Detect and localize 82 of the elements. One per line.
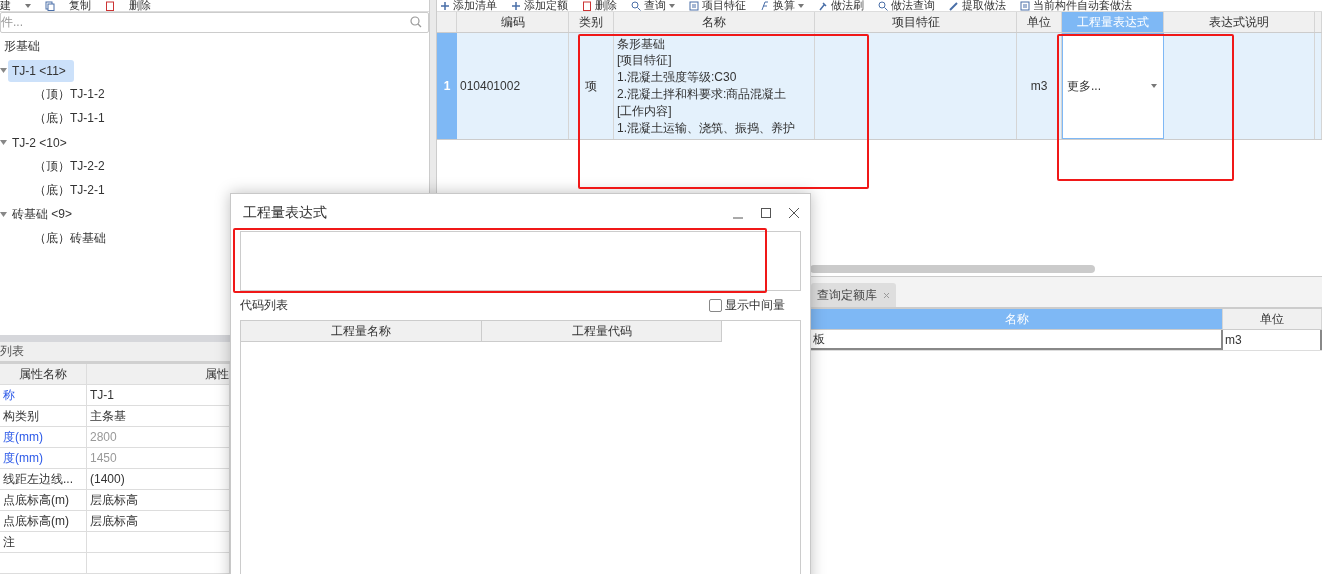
list-icon — [1020, 0, 1030, 11]
property-name: 构类别 — [0, 406, 87, 426]
property-value: TJ-1 — [87, 385, 230, 405]
toolbar-button[interactable]: 换算 — [773, 0, 795, 11]
property-name: 线距左边线... — [0, 469, 87, 489]
property-name: 注 — [0, 532, 87, 552]
tree-item[interactable]: TJ-1 <11> — [8, 59, 74, 82]
toolbar-button[interactable]: 删除 — [595, 0, 617, 11]
toolbar-button[interactable]: 添加清单 — [453, 0, 497, 11]
dropdown[interactable]: 更多... — [1062, 33, 1164, 139]
tree-item[interactable]: （底）砖基础 — [30, 227, 114, 250]
dialog-title: 工程量表达式 — [242, 203, 327, 222]
expanded-arrow-icon[interactable] — [0, 211, 7, 219]
table-cell: 010401002 — [457, 33, 569, 139]
toolbar-button[interactable]: 建 — [0, 0, 11, 11]
tree-item[interactable]: 砖基础 <9> — [8, 203, 81, 226]
column-header[interactable]: 编码 — [457, 12, 569, 32]
table-cell: 项 — [569, 33, 614, 139]
toolbar-button[interactable]: 提取做法 — [962, 0, 1006, 11]
tab[interactable]: 查询定额库 — [811, 283, 896, 307]
toolbar-button[interactable]: 项目特征 — [702, 0, 746, 11]
formula-icon — [760, 0, 770, 11]
property-name: 点底标高(m) — [0, 490, 87, 510]
table-cell: m3 — [1223, 330, 1322, 350]
search-icon — [878, 0, 888, 11]
section-label: 代码列表 — [240, 297, 288, 314]
search-placeholder: 件... — [1, 13, 23, 31]
search-icon[interactable] — [410, 16, 422, 29]
table-cell: 条形基础 [项目特征] 1.混凝土强度等级:C30 2.混凝土拌和料要求:商品混凝土 [工作内容] 1.混凝土运输、浇筑、振捣、养护 — [614, 33, 815, 139]
column-header[interactable]: 类别 — [569, 12, 614, 32]
table-cell: 板 — [811, 330, 1223, 350]
caret-icon — [798, 3, 804, 8]
property-value: 层底标高 — [87, 490, 230, 510]
property-name: 点底标高(m) — [0, 511, 87, 531]
column-header: 工程量名称 — [241, 321, 482, 342]
tree-item[interactable]: （顶）TJ-1-2 — [30, 83, 113, 106]
tree-item[interactable]: （底）TJ-1-1 — [30, 107, 113, 130]
expanded-arrow-icon[interactable] — [0, 67, 7, 75]
column-header[interactable]: 表达式说明 — [1164, 12, 1315, 32]
checkbox[interactable] — [709, 299, 722, 312]
toolbar-button[interactable]: 删除 — [129, 0, 151, 11]
property-value: 主条基 — [87, 406, 230, 426]
caret-icon — [1151, 84, 1157, 88]
property-value: 1450 — [87, 448, 230, 468]
toolbar-button[interactable]: 添加定额 — [524, 0, 568, 11]
column-header: 属性 — [87, 364, 230, 384]
tree-item[interactable]: （底）TJ-2-1 — [30, 179, 113, 202]
toolbar-button[interactable]: 做法查询 — [891, 0, 935, 11]
search-icon — [631, 0, 641, 11]
tree-item[interactable]: 形基础 — [0, 35, 48, 58]
expanded-arrow-icon[interactable] — [0, 139, 7, 147]
trash-icon — [105, 0, 115, 11]
column-header[interactable]: 项目特征 — [815, 12, 1017, 32]
close-icon[interactable] — [787, 205, 801, 220]
tree-item[interactable]: （顶）TJ-2-2 — [30, 155, 113, 178]
column-header: 属性名称 — [0, 364, 87, 384]
toolbar-button[interactable]: 当前构件自动套做法 — [1033, 0, 1132, 11]
caret-icon — [25, 3, 31, 8]
add-icon — [440, 0, 450, 11]
property-value: 层底标高 — [87, 511, 230, 531]
caret-icon — [669, 3, 675, 8]
property-name: 度(mm) — [0, 448, 87, 468]
toolbar-button[interactable]: 查询 — [644, 0, 666, 11]
toolbar-button[interactable]: 复制 — [69, 0, 91, 11]
toolbar-button[interactable]: 做法刷 — [831, 0, 864, 11]
panel-title: 列表 — [0, 343, 24, 361]
pen-icon — [949, 0, 959, 11]
maximize-icon[interactable] — [759, 205, 773, 220]
list-icon — [689, 0, 699, 11]
property-name: 称 — [0, 385, 87, 405]
trash-icon — [582, 0, 592, 11]
column-header[interactable]: 单位 — [1223, 309, 1322, 329]
property-value: 2800 — [87, 427, 230, 447]
checkbox-label[interactable]: 显示中间量 — [725, 297, 785, 314]
property-name: 度(mm) — [0, 427, 87, 447]
property-value: (1400) — [87, 469, 230, 489]
column-header[interactable]: 名称 — [614, 12, 815, 32]
brush-icon — [818, 0, 828, 11]
column-header: 工程量代码 — [482, 321, 722, 342]
scrollbar-thumb[interactable] — [810, 265, 1095, 273]
add-icon — [511, 0, 521, 11]
tree-item[interactable]: TJ-2 <10> — [8, 131, 75, 154]
